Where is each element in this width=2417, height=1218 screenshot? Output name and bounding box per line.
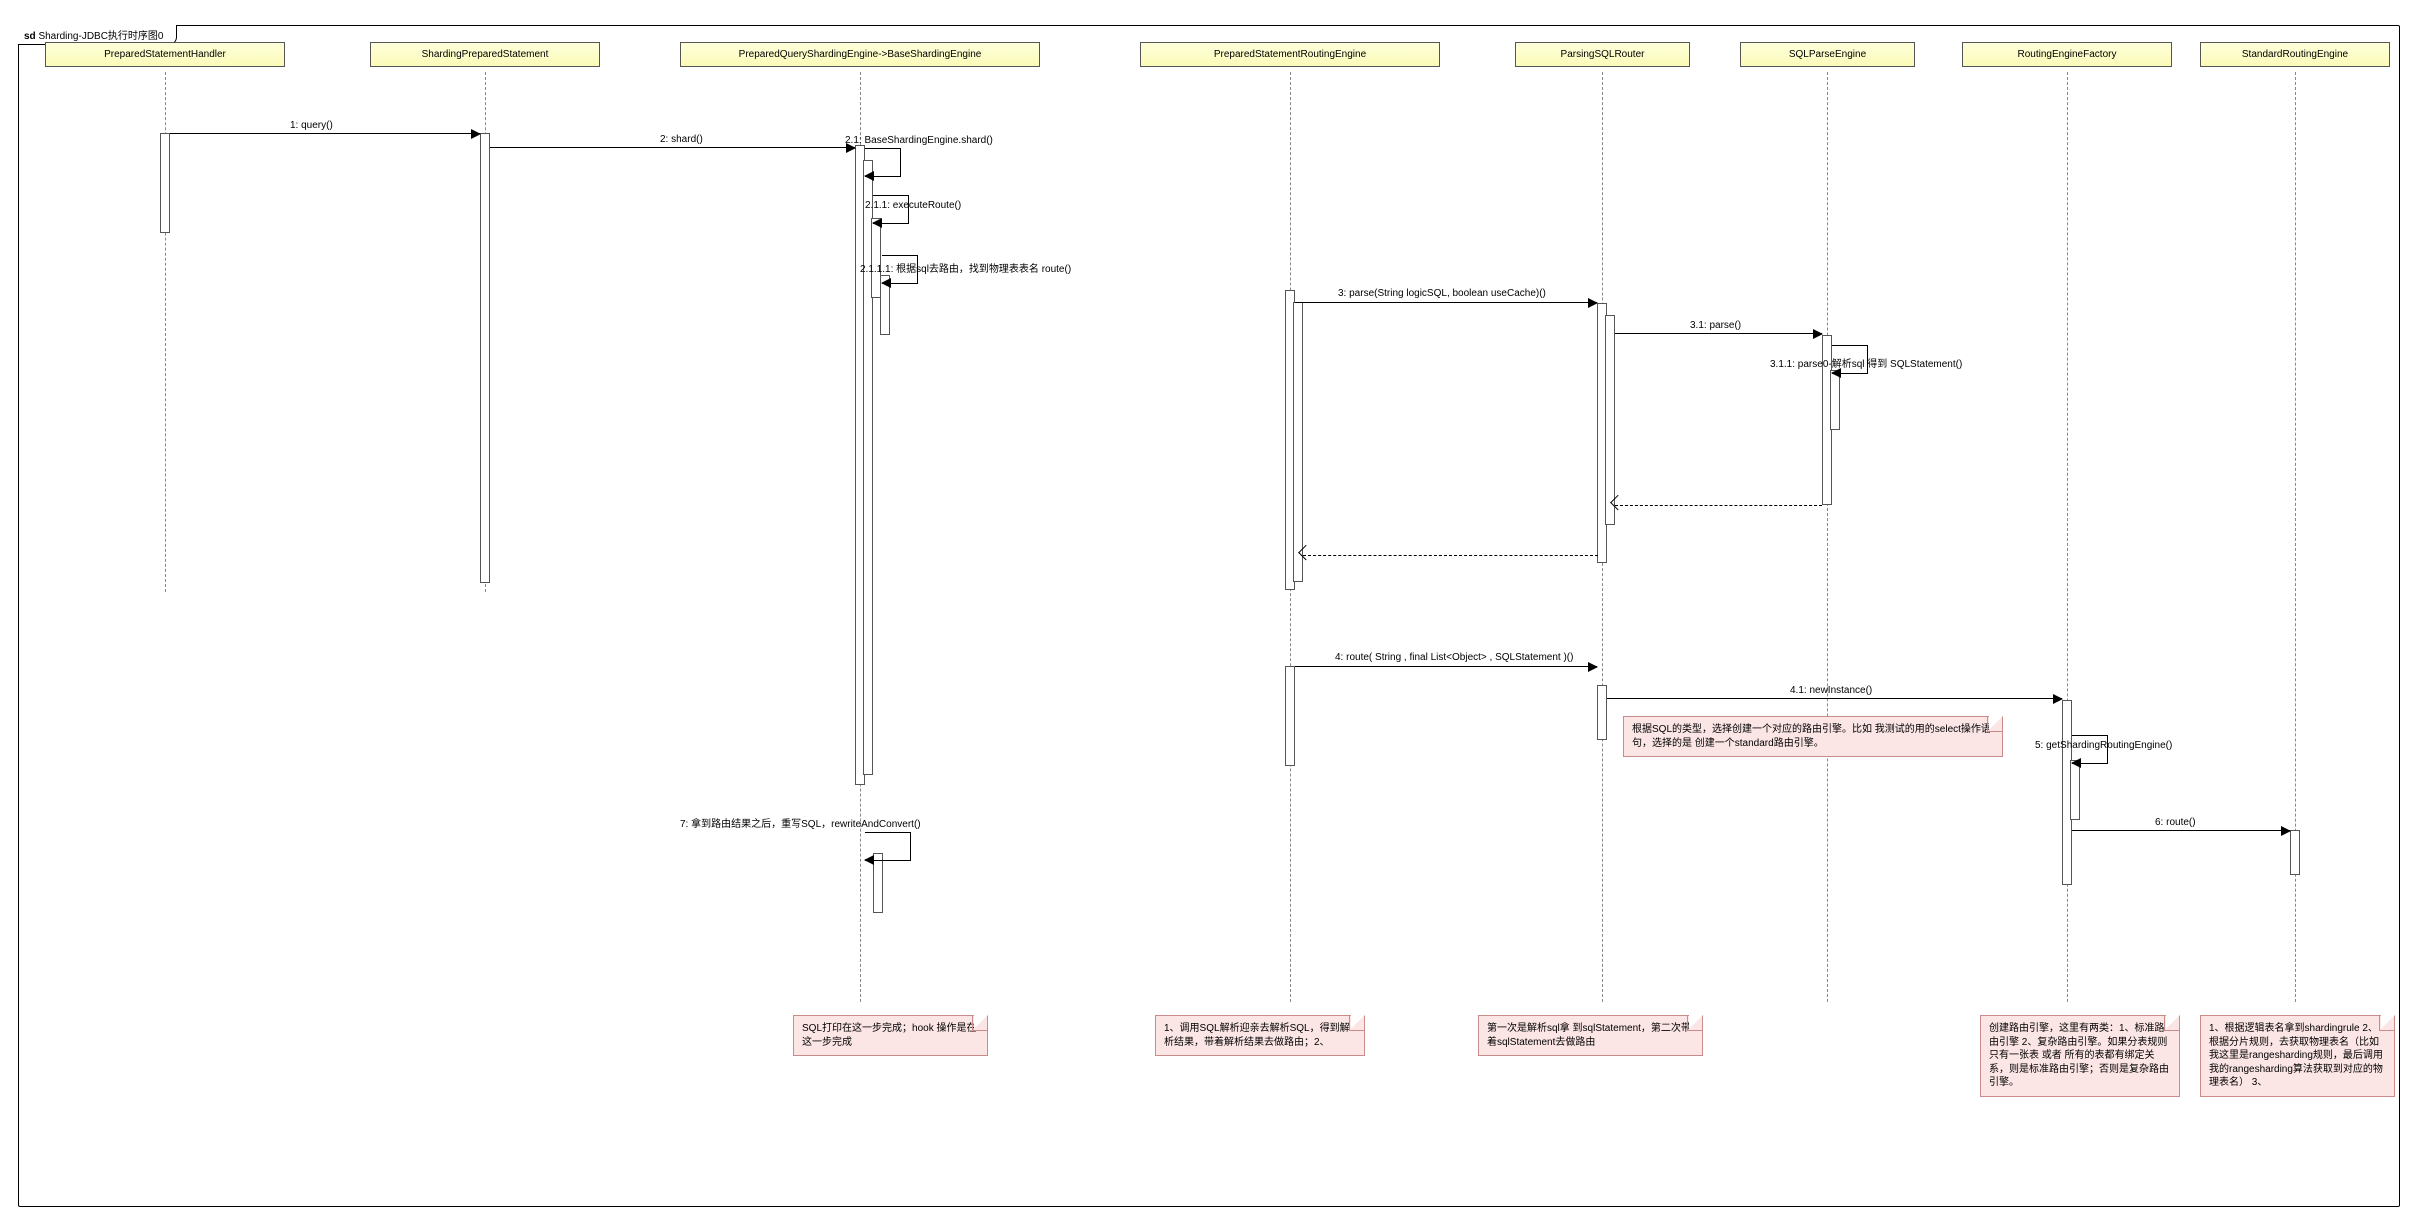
lifeline-PreparedStatementHandler: PreparedStatementHandler: [45, 42, 285, 67]
note-text: 创建路由引擎，这里有两类：1、标准路由引擎 2、复杂路由引擎。如果分表规则只有一…: [1989, 1023, 2169, 1088]
msg-4-route: [1295, 666, 1597, 667]
lifeline-ParsingSQLRouter: ParsingSQLRouter: [1515, 42, 1690, 67]
note-bottom-standard: 1、根据逻辑表名拿到shardingrule 2、根据分片规则，去获取物理表名（…: [2200, 1015, 2395, 1097]
note-bottom-factory: 创建路由引擎，这里有两类：1、标准路由引擎 2、复杂路由引擎。如果分表规则只有一…: [1980, 1015, 2180, 1097]
lifeline-label: PreparedStatementRoutingEngine: [1214, 49, 1366, 60]
note-bottom-router: 第一次是解析sql拿 到sqlStatement，第二次带着sqlStateme…: [1478, 1015, 1703, 1056]
msg-1-query: [170, 133, 480, 134]
lifeline-SQLParseEngine: SQLParseEngine: [1740, 42, 1915, 67]
msg-label: 3.1.1: parse0-解析sql 得到 SQLStatement(): [1770, 355, 1962, 370]
return-3.1: [1615, 505, 1822, 506]
msg-label: 2: shard(): [660, 134, 703, 145]
msg-3.1-parse: [1615, 333, 1822, 334]
lifeline-label: ParsingSQLRouter: [1561, 49, 1645, 60]
note-text: 1、调用SQL解析迎亲去解析SQL，得到解析结果，带着解析结果去做路由；2、: [1164, 1023, 1350, 1048]
note-text: SQL打印在这一步完成；hook 操作是在这一步完成: [802, 1023, 976, 1048]
lifeline-label: SQLParseEngine: [1789, 49, 1866, 60]
note-text: 根据SQL的类型，选择创建一个对应的路由引擎。比如 我测试的用的select操作…: [1632, 724, 1991, 749]
activation: [2290, 830, 2300, 875]
lifeline-PreparedStatementRoutingEngine: PreparedStatementRoutingEngine: [1140, 42, 1440, 67]
activation: [1605, 315, 1615, 525]
lifeline-label: RoutingEngineFactory: [2018, 49, 2117, 60]
msg-label: 1: query(): [290, 120, 333, 131]
msg-label: 7: 拿到路由结果之后，重写SQL，rewriteAndConvert(): [680, 815, 921, 830]
note-inline-4.1: 根据SQL的类型，选择创建一个对应的路由引擎。比如 我测试的用的select操作…: [1623, 716, 2003, 757]
activation: [1293, 302, 1303, 582]
msg-2-shard: [490, 147, 855, 148]
lifeline-StandardRoutingEngine: StandardRoutingEngine: [2200, 42, 2390, 67]
msg-label: 2.1: BaseShardingEngine.shard(): [845, 135, 993, 146]
lifeline-label: PreparedQueryShardingEngine->BaseShardin…: [739, 49, 982, 60]
msg-label: 5: getShardingRoutingEngine(): [2035, 740, 2172, 751]
lifeline-PreparedQueryShardingEngine: PreparedQueryShardingEngine->BaseShardin…: [680, 42, 1040, 67]
msg-label: 4: route( String , final List<Object> , …: [1335, 652, 1573, 663]
sd-title: Sharding-JDBC执行时序图0: [38, 31, 163, 42]
msg-4.1-newInstance: [1607, 698, 2062, 699]
lifeline-label: StandardRoutingEngine: [2242, 49, 2348, 60]
note-bottom-hook: SQL打印在这一步完成；hook 操作是在这一步完成: [793, 1015, 988, 1056]
msg-7-self: [865, 832, 911, 861]
note-text: 1、根据逻辑表名拿到shardingrule 2、根据分片规则，去获取物理表名（…: [2209, 1023, 2383, 1088]
msg-label: 2.1.1: executeRoute(): [865, 200, 961, 211]
activation: [480, 133, 490, 583]
lifeline-ShardingPreparedStatement: ShardingPreparedStatement: [370, 42, 600, 67]
msg-label: 4.1: newInstance(): [1790, 685, 1872, 696]
msg-label: 2.1.1.1: 根据sql去路由，找到物理表表名 route(): [860, 260, 1071, 275]
sequence-diagram-canvas: sd Sharding-JDBC执行时序图0 PreparedStatement…: [0, 0, 2417, 1218]
activation: [1597, 685, 1607, 740]
msg-3-parse: [1295, 302, 1597, 303]
note-bottom-parse: 1、调用SQL解析迎亲去解析SQL，得到解析结果，带着解析结果去做路由；2、: [1155, 1015, 1365, 1056]
activation: [2070, 760, 2080, 820]
msg-6-route: [2072, 830, 2290, 831]
activation: [873, 853, 883, 913]
lifeline-dash: [1827, 72, 1828, 1002]
sd-prefix: sd: [24, 31, 36, 42]
msg-label: 6: route(): [2155, 817, 2196, 828]
activation: [1830, 370, 1840, 430]
note-text: 第一次是解析sql拿 到sqlStatement，第二次带着sqlStateme…: [1487, 1023, 1691, 1048]
lifeline-label: ShardingPreparedStatement: [422, 49, 549, 60]
msg-label: 3: parse(String logicSQL, boolean useCac…: [1338, 288, 1546, 299]
activation: [160, 133, 170, 233]
lifeline-label: PreparedStatementHandler: [104, 49, 226, 60]
lifeline-RoutingEngineFactory: RoutingEngineFactory: [1962, 42, 2172, 67]
return-3: [1303, 555, 1598, 556]
msg-label: 3.1: parse(): [1690, 320, 1741, 331]
activation: [1285, 666, 1295, 766]
msg-2.1-self: [865, 148, 901, 177]
